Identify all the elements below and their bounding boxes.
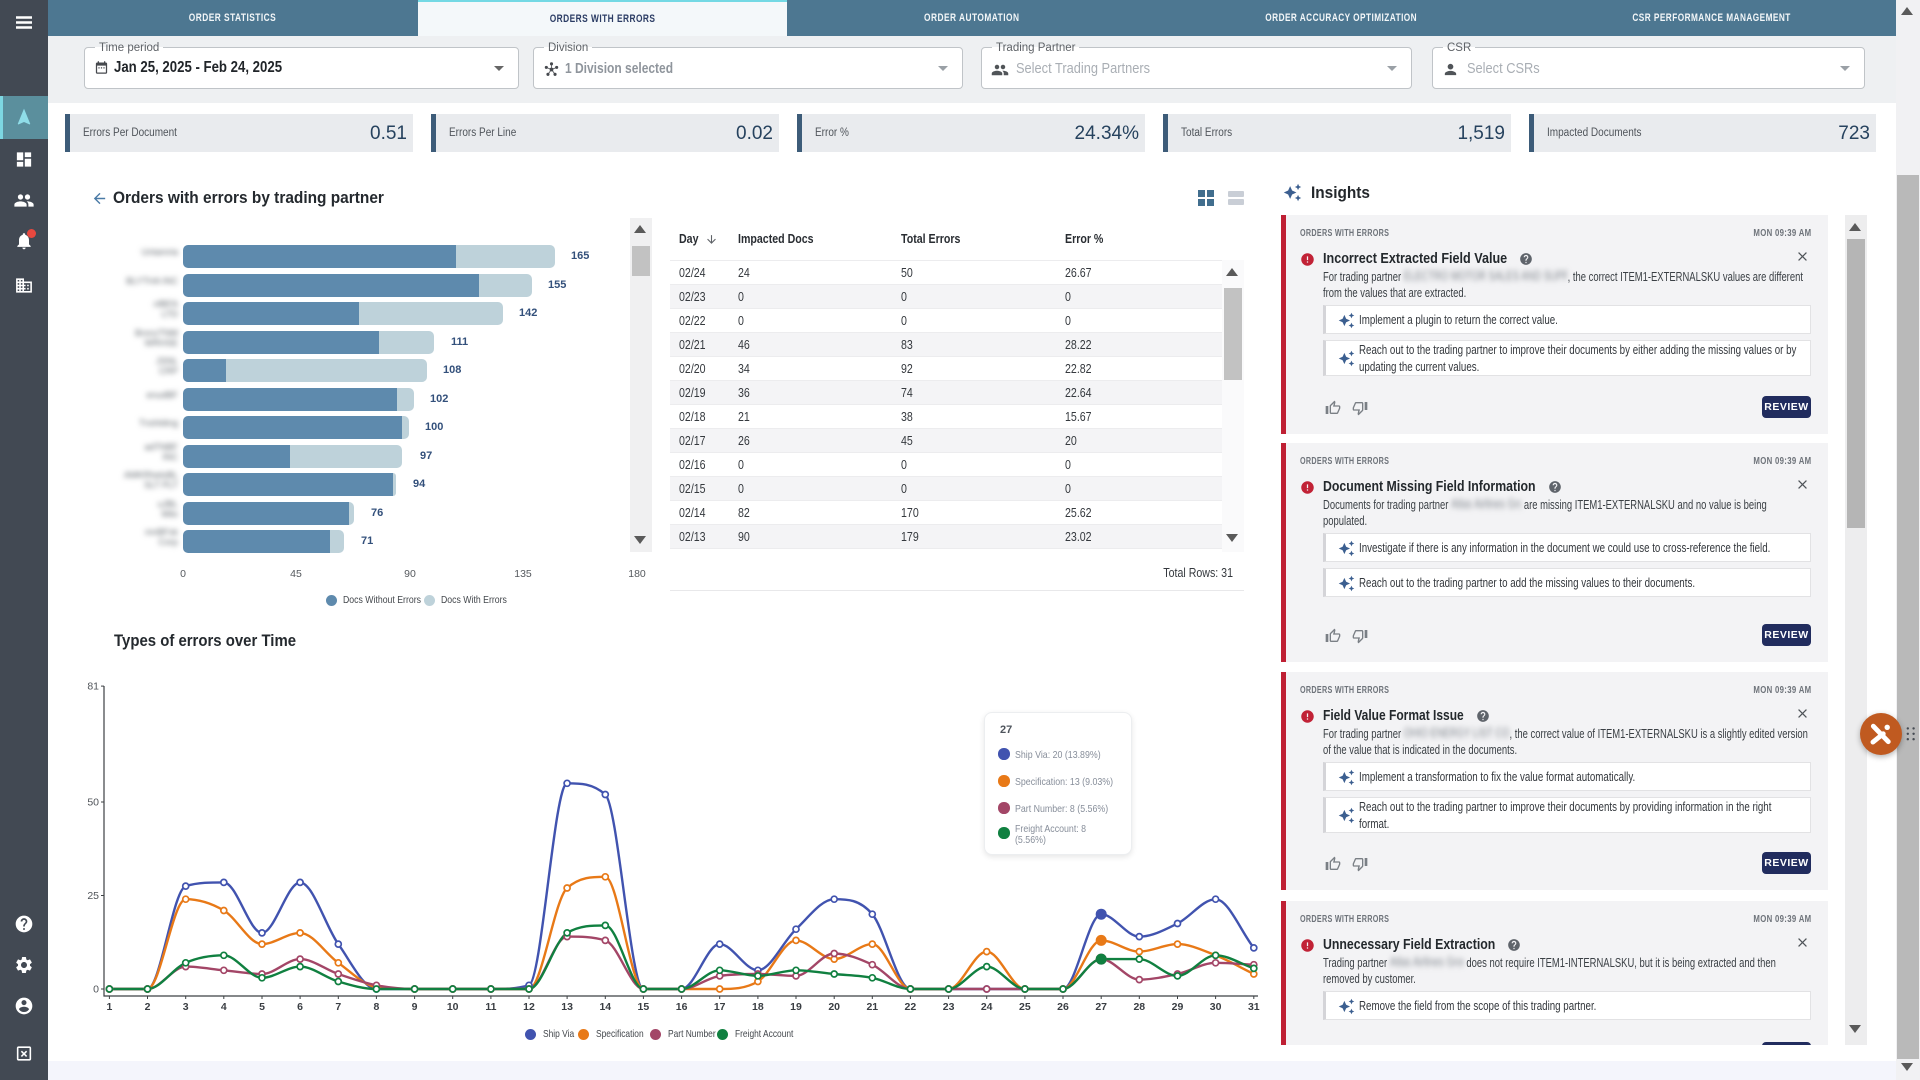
svg-text:16: 16 xyxy=(676,1001,688,1013)
svg-text:12: 12 xyxy=(523,1001,535,1013)
svg-text:25: 25 xyxy=(87,890,99,902)
svg-text:81: 81 xyxy=(87,681,99,693)
svg-text:1: 1 xyxy=(106,1001,112,1013)
svg-text:29: 29 xyxy=(1172,1001,1184,1013)
svg-text:0: 0 xyxy=(93,984,99,996)
svg-text:28: 28 xyxy=(1133,1001,1145,1013)
svg-text:4: 4 xyxy=(221,1001,227,1013)
svg-text:3: 3 xyxy=(183,1001,189,1013)
svg-text:25: 25 xyxy=(1019,1001,1031,1013)
svg-text:2: 2 xyxy=(145,1001,151,1013)
svg-text:18: 18 xyxy=(752,1001,764,1013)
svg-text:13: 13 xyxy=(561,1001,573,1013)
svg-text:23: 23 xyxy=(943,1001,955,1013)
svg-text:30: 30 xyxy=(1210,1001,1222,1013)
svg-text:20: 20 xyxy=(828,1001,840,1013)
svg-text:10: 10 xyxy=(447,1001,459,1013)
svg-text:17: 17 xyxy=(714,1001,726,1013)
svg-text:8: 8 xyxy=(373,1001,379,1013)
svg-text:14: 14 xyxy=(599,1001,611,1013)
svg-text:31: 31 xyxy=(1248,1001,1260,1013)
svg-text:21: 21 xyxy=(866,1001,878,1013)
svg-text:11: 11 xyxy=(485,1001,496,1013)
svg-text:9: 9 xyxy=(412,1001,418,1013)
svg-text:7: 7 xyxy=(335,1001,341,1013)
svg-text:24: 24 xyxy=(981,1001,993,1013)
svg-text:50: 50 xyxy=(87,797,99,809)
svg-text:19: 19 xyxy=(790,1001,802,1013)
svg-text:5: 5 xyxy=(259,1001,265,1013)
svg-text:6: 6 xyxy=(297,1001,303,1013)
svg-text:27: 27 xyxy=(1095,1001,1107,1013)
svg-text:15: 15 xyxy=(638,1001,650,1013)
svg-text:22: 22 xyxy=(905,1001,917,1013)
svg-text:26: 26 xyxy=(1057,1001,1069,1013)
